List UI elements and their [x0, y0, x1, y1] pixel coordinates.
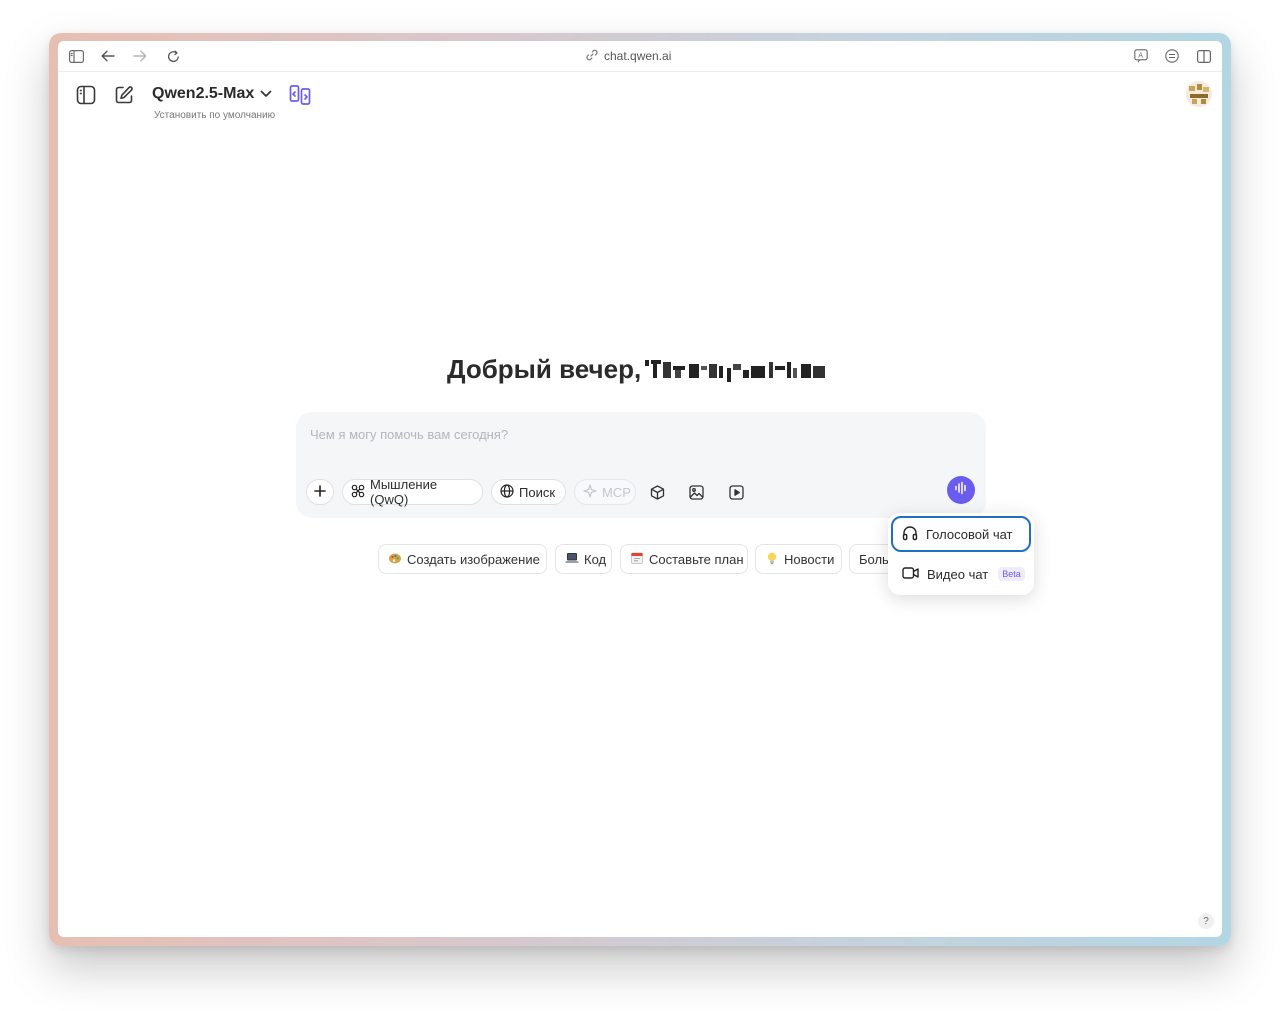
reader-settings-icon[interactable] [1164, 48, 1180, 64]
voice-options-menu: Голосовой чат Видео чат Beta [888, 513, 1034, 595]
help-button[interactable]: ? [1198, 913, 1214, 929]
translate-icon[interactable]: A [1133, 48, 1149, 64]
chat-input[interactable] [308, 426, 912, 443]
avatar[interactable] [1186, 81, 1212, 107]
sidebar-toggle-icon[interactable] [68, 48, 84, 64]
calendar-emoji-icon [630, 551, 644, 568]
soundwave-icon [954, 481, 968, 500]
forward-arrow-icon[interactable] [132, 48, 148, 64]
set-default-link[interactable]: Установить по умолчанию [154, 110, 275, 121]
browser-toolbar: chat.qwen.ai A [58, 41, 1222, 72]
menu-item-video-chat[interactable]: Видео чат Beta [891, 556, 1031, 592]
thinking-label: Мышление (QwQ) [370, 477, 438, 507]
headphones-icon [902, 525, 918, 544]
greeting-text: Добрый вечер, [447, 354, 642, 384]
menu-item-voice-chat[interactable]: Голосовой чат [891, 516, 1031, 552]
mcp-button[interactable]: MCP [574, 479, 636, 505]
voice-chat-button[interactable] [947, 476, 975, 504]
split-view-icon[interactable] [1196, 48, 1212, 64]
globe-icon [500, 483, 514, 501]
browser-window: chat.qwen.ai A Qwen2.5-Max Установить по… [58, 41, 1222, 937]
video-chat-label: Видео чат [927, 566, 989, 582]
reload-icon[interactable] [165, 48, 181, 64]
video-upload-icon[interactable] [727, 483, 745, 501]
chevron-down-icon [260, 85, 272, 103]
plus-icon [314, 484, 326, 500]
new-chat-edit-icon[interactable] [112, 83, 136, 107]
sidebar-panel-icon[interactable] [74, 83, 98, 107]
suggestion-create-image[interactable]: Создать изображение [378, 544, 547, 574]
thinking-icon [351, 484, 365, 501]
redacted-username [645, 358, 827, 382]
cube-icon[interactable] [648, 483, 666, 501]
mcp-label: MCP [602, 484, 631, 500]
laptop-emoji-icon [565, 551, 579, 568]
suggestion-label: Код [584, 551, 607, 567]
lightbulb-emoji-icon [765, 551, 779, 568]
url-text: chat.qwen.ai [604, 49, 672, 63]
address-bar[interactable]: chat.qwen.ai [586, 48, 671, 64]
back-arrow-icon[interactable] [100, 48, 116, 64]
suggestion-label: Создать изображение [407, 551, 540, 567]
suggestion-news[interactable]: Новости [755, 544, 842, 574]
thinking-mode-button[interactable]: Мышление (QwQ) [342, 477, 483, 507]
voice-chat-label: Голосовой чат [926, 526, 1013, 542]
svg-text:A: A [1138, 51, 1143, 59]
palette-emoji-icon [388, 551, 402, 568]
greeting-heading: Добрый вечер, [447, 354, 827, 385]
suggestion-make-plan[interactable]: Составьте план [620, 544, 748, 574]
link-icon [586, 49, 598, 64]
search-toggle-button[interactable]: Поиск [491, 479, 566, 505]
suggestion-code[interactable]: Код [555, 544, 612, 574]
sparkle-icon [583, 483, 597, 501]
chat-composer: Мышление (QwQ) Поиск MCP [296, 412, 986, 518]
model-selector[interactable]: Qwen2.5-Max [152, 85, 272, 103]
search-label: Поиск [519, 484, 556, 500]
video-camera-icon [902, 566, 919, 583]
suggestion-label: Составьте план [649, 551, 744, 567]
add-attachment-button[interactable] [306, 479, 334, 505]
suggestion-label: Новости [784, 551, 835, 567]
compare-models-icon[interactable] [288, 83, 312, 107]
image-upload-icon[interactable] [687, 483, 705, 501]
model-name-label: Qwen2.5-Max [152, 85, 255, 102]
beta-badge: Beta [998, 567, 1025, 581]
